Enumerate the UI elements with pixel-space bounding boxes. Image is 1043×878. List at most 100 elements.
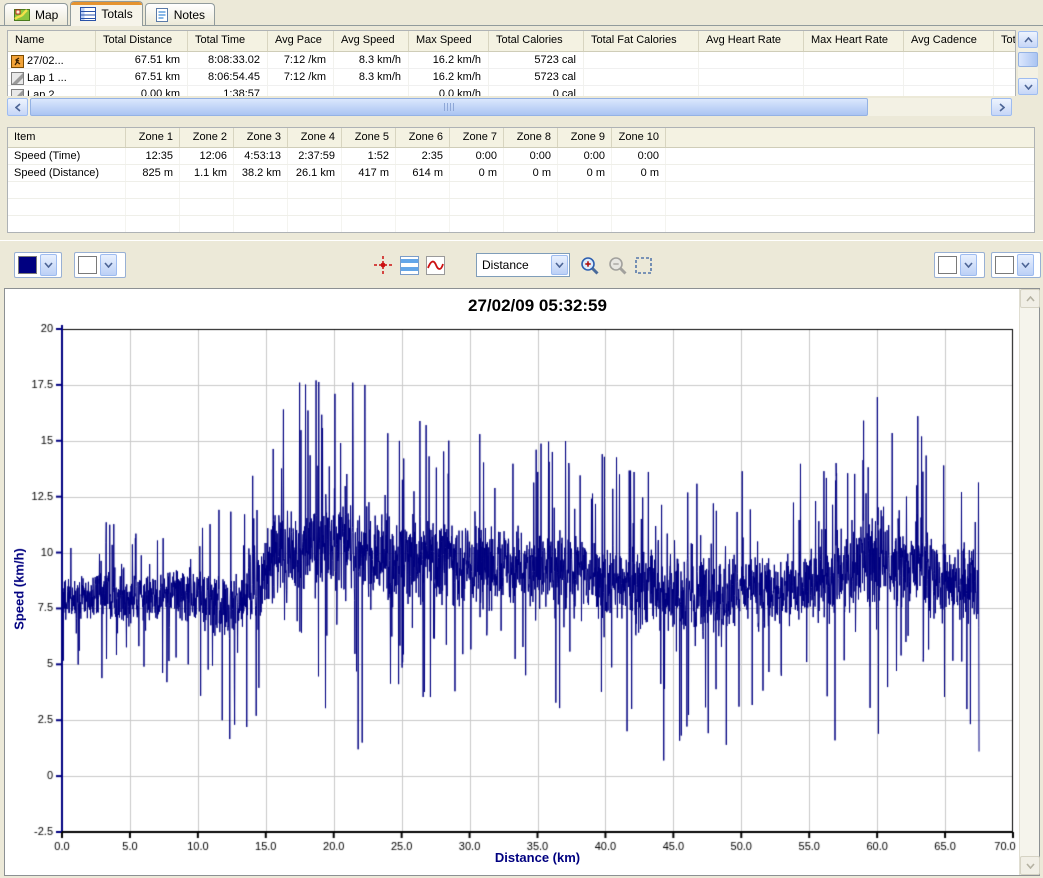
value-cell: 16.2 km/h [409, 69, 489, 85]
tab-map[interactable]: Map [4, 3, 68, 25]
right-combo-1[interactable] [934, 252, 985, 278]
zone-column-header[interactable]: Zone 4 [288, 128, 342, 147]
zone-value-cell: 0:00 [504, 148, 558, 164]
zones-row[interactable]: Speed (Time)12:3512:064:53:132:37:591:52… [8, 148, 1034, 165]
tab-totals-label: Totals [101, 7, 132, 21]
column-header-total-calories[interactable]: Total Calories [489, 31, 584, 51]
row-name: Lap 1 ... [27, 72, 67, 84]
smooth-curve-tool-button[interactable] [424, 254, 446, 276]
chevron-down-icon[interactable] [100, 254, 117, 276]
zone-column-header[interactable]: Zone 5 [342, 128, 396, 147]
row-name: 27/02... [27, 55, 64, 67]
table-row[interactable]: 27/02... 67.51 km8:08:33.027:12 /km8.3 km… [8, 52, 1015, 69]
tab-totals[interactable]: Totals [70, 1, 142, 26]
chevron-down-icon[interactable] [1017, 254, 1034, 276]
column-header-avg-pace[interactable]: Avg Pace [268, 31, 334, 51]
zone-column-header[interactable]: Zone 10 [612, 128, 666, 147]
secondary-series-color-combo[interactable] [74, 252, 126, 278]
column-header-tot[interactable]: Tot [994, 31, 1016, 51]
zone-value-cell: 0 m [504, 165, 558, 181]
zones-empty-row [8, 182, 1034, 199]
zone-value-cell: 0 m [450, 165, 504, 181]
value-cell: 0 cal [489, 86, 584, 96]
zoom-out-button[interactable] [606, 254, 628, 276]
zone-column-header[interactable]: Item [8, 128, 126, 147]
value-cell [904, 86, 994, 96]
secondary-color-swatch [78, 256, 97, 274]
column-header-avg-speed[interactable]: Avg Speed [334, 31, 409, 51]
value-cell [699, 86, 804, 96]
value-cell: 7:12 /km [268, 52, 334, 68]
chart-title: 27/02/09 05:32:59 [62, 296, 1013, 316]
column-header-name[interactable]: Name [8, 31, 96, 51]
table-row[interactable]: Lap 2 ...0.00 km1:38:570.0 km/h0 cal [8, 86, 1015, 96]
scroll-right-icon[interactable] [991, 98, 1012, 116]
value-cell [904, 52, 994, 68]
zones-empty-row [8, 199, 1034, 216]
zoom-fit-button[interactable] [632, 254, 654, 276]
zone-value-cell: 0 m [612, 165, 666, 181]
map-icon [14, 8, 30, 22]
zone-value-cell: 614 m [396, 165, 450, 181]
value-cell: 1:38:57 [188, 86, 268, 96]
zones-table: ItemZone 1Zone 2Zone 3Zone 4Zone 5Zone 6… [7, 127, 1035, 233]
zones-row[interactable]: Speed (Distance)825 m1.1 km38.2 km26.1 k… [8, 165, 1034, 182]
x-axis-title: Distance (km) [62, 850, 1013, 865]
totals-vertical-scrollbar[interactable] [1018, 31, 1038, 95]
zone-column-header[interactable]: Zone 7 [450, 128, 504, 147]
value-cell: 67.51 km [96, 52, 188, 68]
totals-hscroll-thumb[interactable] [30, 98, 868, 116]
zone-column-header[interactable]: Zone 2 [180, 128, 234, 147]
totals-table: NameTotal DistanceTotal TimeAvg PaceAvg … [7, 30, 1016, 96]
zones-table-header: ItemZone 1Zone 2Zone 3Zone 4Zone 5Zone 6… [8, 128, 1034, 148]
chevron-down-icon[interactable] [40, 254, 57, 276]
value-cell [804, 86, 904, 96]
zone-value-cell: 2:35 [396, 148, 450, 164]
chevron-down-icon[interactable] [960, 254, 977, 276]
column-header-total-distance[interactable]: Total Distance [96, 31, 188, 51]
column-header-max-heart-rate[interactable]: Max Heart Rate [804, 31, 904, 51]
scroll-down-icon[interactable] [1020, 856, 1040, 875]
chevron-down-icon[interactable] [551, 255, 568, 275]
value-cell [584, 86, 699, 96]
totals-icon [80, 7, 96, 21]
zoom-in-button[interactable] [578, 254, 600, 276]
tab-notes-label: Notes [174, 8, 205, 22]
scroll-up-icon[interactable] [1018, 31, 1038, 48]
totals-horizontal-scrollbar[interactable] [7, 98, 1012, 116]
x-axis-select-value: Distance [477, 258, 551, 272]
tab-notes[interactable]: Notes [145, 3, 215, 25]
column-header-total-time[interactable]: Total Time [188, 31, 268, 51]
name-cell: Lap 1 ... [8, 69, 96, 85]
primary-series-color-combo[interactable] [14, 252, 62, 278]
value-cell: 67.51 km [96, 69, 188, 85]
value-cell: 8.3 km/h [334, 52, 409, 68]
value-cell: 8:06:54.45 [188, 69, 268, 85]
bands-tool-button[interactable] [398, 254, 420, 276]
zone-column-header[interactable]: Zone 8 [504, 128, 558, 147]
zone-column-header[interactable]: Zone 6 [396, 128, 450, 147]
column-header-total-fat-calories[interactable]: Total Fat Calories [584, 31, 699, 51]
name-cell: Lap 2 ... [8, 86, 96, 96]
column-header-avg-heart-rate[interactable]: Avg Heart Rate [699, 31, 804, 51]
table-row[interactable]: Lap 1 ...67.51 km8:06:54.457:12 /km8.3 k… [8, 69, 1015, 86]
totals-vscroll-thumb[interactable] [1018, 52, 1038, 67]
chart-vertical-scrollbar[interactable] [1019, 289, 1039, 875]
speed-distance-chart[interactable] [5, 289, 1017, 875]
right-combo-2[interactable] [991, 252, 1041, 278]
name-cell: 27/02... [8, 52, 96, 68]
scroll-up-icon[interactable] [1020, 289, 1040, 308]
zone-value-cell: 1.1 km [180, 165, 234, 181]
value-cell: 8:08:33.02 [188, 52, 268, 68]
column-header-max-speed[interactable]: Max Speed [409, 31, 489, 51]
zone-value-cell: 0:00 [558, 148, 612, 164]
zone-column-header[interactable]: Zone 1 [126, 128, 180, 147]
crosshair-tool-button[interactable] [372, 254, 394, 276]
scroll-left-icon[interactable] [7, 98, 28, 116]
zone-column-header[interactable]: Zone 9 [558, 128, 612, 147]
zone-column-header[interactable]: Zone 3 [234, 128, 288, 147]
x-axis-select[interactable]: Distance [476, 253, 570, 277]
scroll-down-icon[interactable] [1018, 78, 1038, 95]
column-header-avg-cadence[interactable]: Avg Cadence [904, 31, 994, 51]
value-cell: 5723 cal [489, 69, 584, 85]
